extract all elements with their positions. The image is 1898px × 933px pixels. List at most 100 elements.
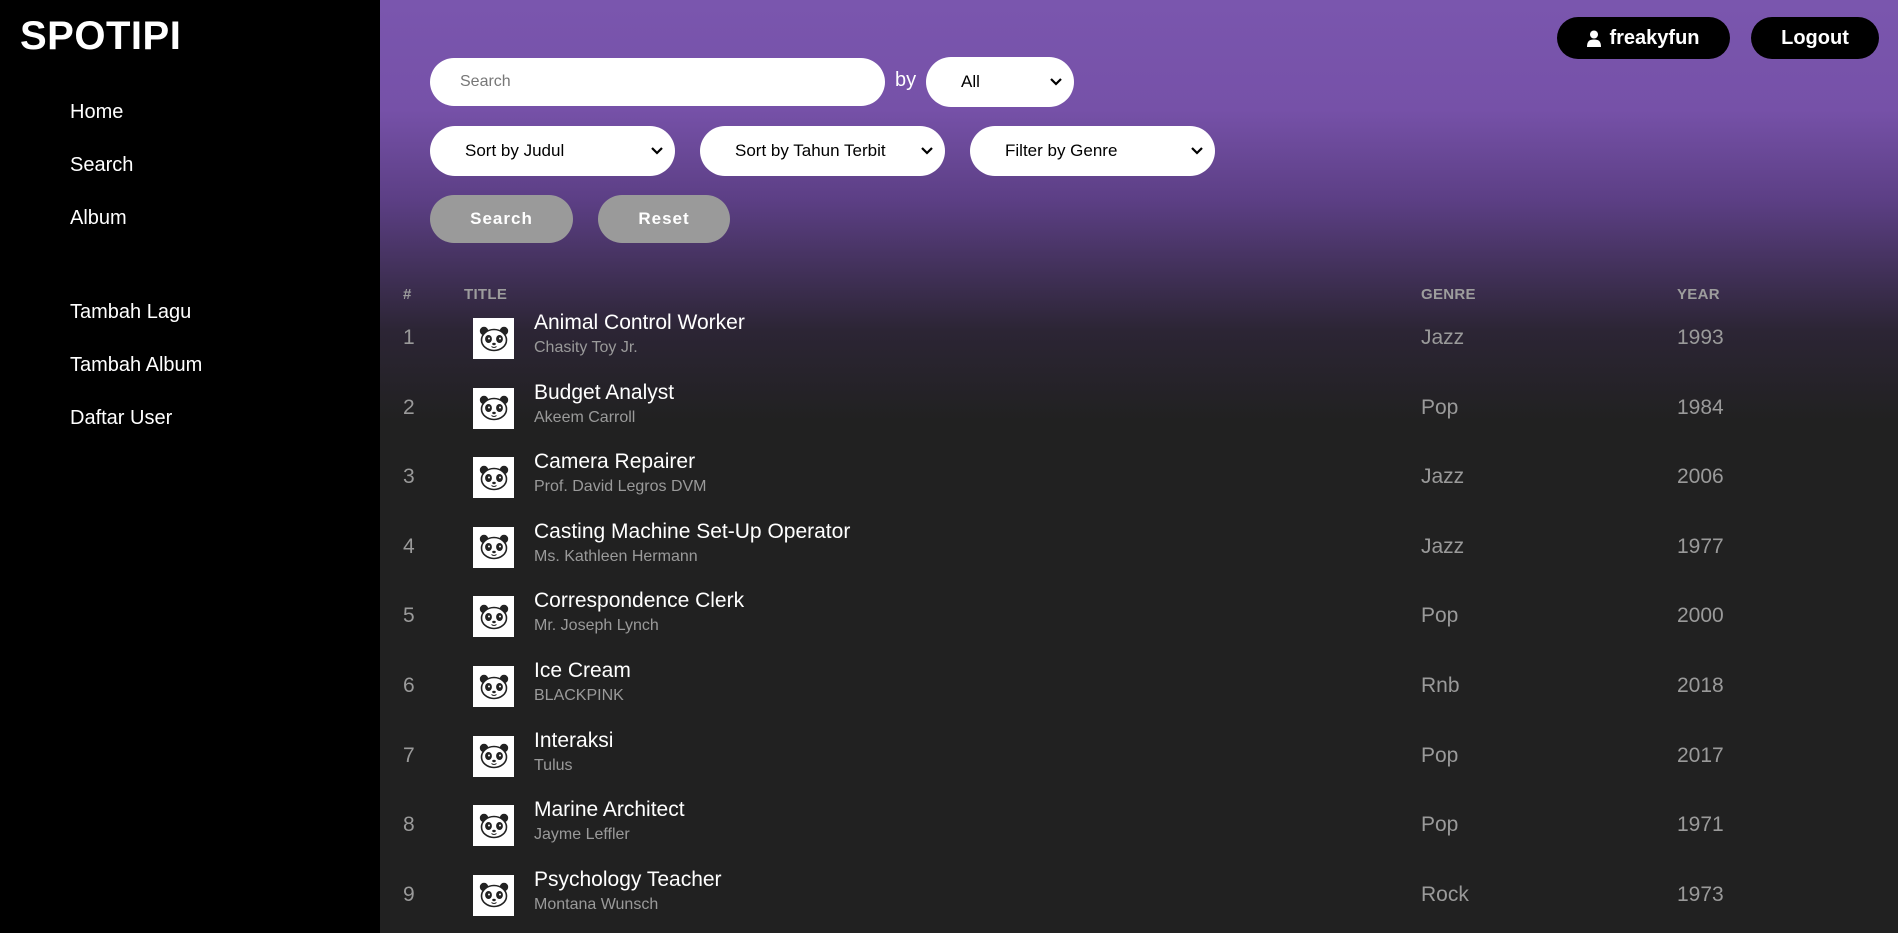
album-cover-image [473, 526, 514, 568]
panda-icon [479, 326, 509, 352]
row-number: 3 [403, 465, 415, 489]
table-row[interactable]: 1 Animal Control Worker Chasity Toy Jr. Jaz… [380, 306, 1898, 376]
panda-icon [479, 395, 509, 421]
panda-icon [479, 604, 509, 630]
row-number: 1 [403, 326, 415, 349]
sort-by-tahun-select[interactable]: Sort by Tahun Terbit [700, 126, 945, 176]
row-number: 6 [403, 674, 415, 697]
panda-icon [479, 534, 509, 560]
song-artist[interactable]: Jayme Leffler [534, 826, 630, 844]
search-input[interactable] [430, 58, 885, 106]
song-genre: Pop [1421, 604, 1459, 628]
song-title[interactable]: Correspondence Clerk [534, 589, 744, 613]
search-by-label: by [895, 69, 917, 91]
song-year: 1984 [1677, 395, 1724, 419]
chevron-down-icon [651, 141, 663, 164]
search-by-select[interactable]: All [926, 57, 1074, 107]
table-row[interactable]: 9 Psychology Teacher Montana Wunsch Rock 197… [380, 863, 1898, 933]
column-header-title[interactable]: TITLE [464, 286, 507, 303]
sort-by-judul-select[interactable]: Sort by Judul [430, 126, 675, 176]
song-artist[interactable]: Chasity Toy Jr. [534, 339, 638, 357]
panda-icon [479, 813, 509, 839]
song-year: 1971 [1677, 813, 1724, 837]
chevron-down-icon [921, 141, 933, 164]
sidebar-item-tambah-album[interactable]: Tambah Album [70, 354, 202, 377]
song-artist[interactable]: Ms. Kathleen Hermann [534, 548, 698, 566]
song-genre: Jazz [1421, 326, 1465, 349]
column-header-year[interactable]: YEAR [1677, 286, 1720, 303]
row-number: 8 [403, 813, 415, 837]
song-genre: Rnb [1421, 674, 1460, 697]
sidebar: SPOTIPI Home Search Album Tambah Lagu Ta… [0, 0, 380, 933]
song-year: 2017 [1677, 743, 1724, 767]
table-row[interactable]: 3 Camera Repairer Prof. David Legros DVM Ja… [380, 445, 1898, 515]
album-cover-image [473, 457, 514, 499]
table-row[interactable]: 6 Ice Cream BLACKPINK Rnb 2018 [380, 654, 1898, 724]
chevron-down-icon [1050, 72, 1062, 95]
table-row[interactable]: 2 Budget Analyst Akeem Carroll Pop 1984 [380, 376, 1898, 446]
song-year: 1973 [1677, 882, 1724, 906]
sidebar-item-search[interactable]: Search [70, 154, 133, 177]
column-header-number: # [403, 286, 412, 303]
song-artist[interactable]: Akeem Carroll [534, 409, 635, 427]
song-title[interactable]: Budget Analyst [534, 381, 674, 405]
song-title[interactable]: Ice Cream [534, 659, 631, 683]
sort-by-judul-value: Sort by Judul [465, 141, 565, 160]
row-number: 5 [403, 604, 415, 628]
table-row[interactable]: 7 Interaksi Tulus Pop 2017 [380, 724, 1898, 794]
logout-button[interactable]: Logout [1751, 17, 1879, 59]
song-title[interactable]: Casting Machine Set-Up Operator [534, 520, 850, 544]
song-year: 1993 [1677, 326, 1724, 349]
sidebar-item-album[interactable]: Album [70, 207, 127, 230]
song-year: 2018 [1677, 674, 1724, 697]
filter-by-genre-value: Filter by Genre [1005, 141, 1118, 160]
song-genre: Pop [1421, 743, 1459, 767]
song-artist[interactable]: Montana Wunsch [534, 896, 658, 914]
album-cover-image [473, 387, 514, 429]
song-year: 1977 [1677, 534, 1724, 558]
sidebar-item-home[interactable]: Home [70, 101, 123, 124]
main-content: freakyfun Logout by All Sort by Judul So… [380, 0, 1898, 933]
panda-icon [479, 743, 509, 769]
album-cover-image [473, 805, 514, 847]
sidebar-item-daftar-user[interactable]: Daftar User [70, 407, 172, 430]
app-logo[interactable]: SPOTIPI [20, 14, 181, 59]
song-genre: Pop [1421, 813, 1459, 837]
table-row[interactable]: 8 Marine Architect Jayme Leffler Pop 1971 [380, 793, 1898, 863]
song-year: 2000 [1677, 604, 1724, 628]
song-title[interactable]: Marine Architect [534, 798, 685, 822]
column-header-genre[interactable]: GENRE [1421, 286, 1476, 303]
album-cover-image [473, 735, 514, 777]
row-number: 7 [403, 743, 415, 767]
search-button[interactable]: Search [430, 195, 573, 243]
song-title[interactable]: Interaksi [534, 729, 613, 753]
song-artist[interactable]: Mr. Joseph Lynch [534, 617, 659, 635]
album-cover-image [473, 666, 514, 707]
song-artist[interactable]: Prof. David Legros DVM [534, 478, 707, 496]
filter-by-genre-select[interactable]: Filter by Genre [970, 126, 1215, 176]
row-number: 4 [403, 534, 415, 558]
song-genre: Jazz [1421, 465, 1465, 489]
row-number: 9 [403, 882, 415, 906]
table-row[interactable]: 4 Casting Machine Set-Up Operator Ms. Kath… [380, 515, 1898, 585]
sidebar-item-tambah-lagu[interactable]: Tambah Lagu [70, 301, 191, 324]
table-row[interactable]: 5 Correspondence Clerk Mr. Joseph Lynch Pop… [380, 584, 1898, 654]
user-profile-button[interactable]: freakyfun [1557, 17, 1730, 59]
album-cover-image [473, 874, 514, 916]
album-cover-image [473, 318, 514, 359]
album-cover-image [473, 596, 514, 638]
song-title[interactable]: Animal Control Worker [534, 311, 745, 335]
song-genre: Jazz [1421, 534, 1465, 558]
user-icon [1587, 30, 1602, 47]
row-number: 2 [403, 395, 415, 419]
song-artist[interactable]: BLACKPINK [534, 687, 624, 705]
reset-button[interactable]: Reset [598, 195, 730, 243]
song-title[interactable]: Camera Repairer [534, 450, 695, 474]
sort-by-tahun-value: Sort by Tahun Terbit [735, 141, 886, 160]
chevron-down-icon [1191, 141, 1203, 164]
panda-icon [479, 674, 509, 700]
username-label: freakyfun [1609, 26, 1700, 49]
song-artist[interactable]: Tulus [534, 757, 573, 775]
song-title[interactable]: Psychology Teacher [534, 868, 722, 892]
panda-icon [479, 465, 509, 491]
